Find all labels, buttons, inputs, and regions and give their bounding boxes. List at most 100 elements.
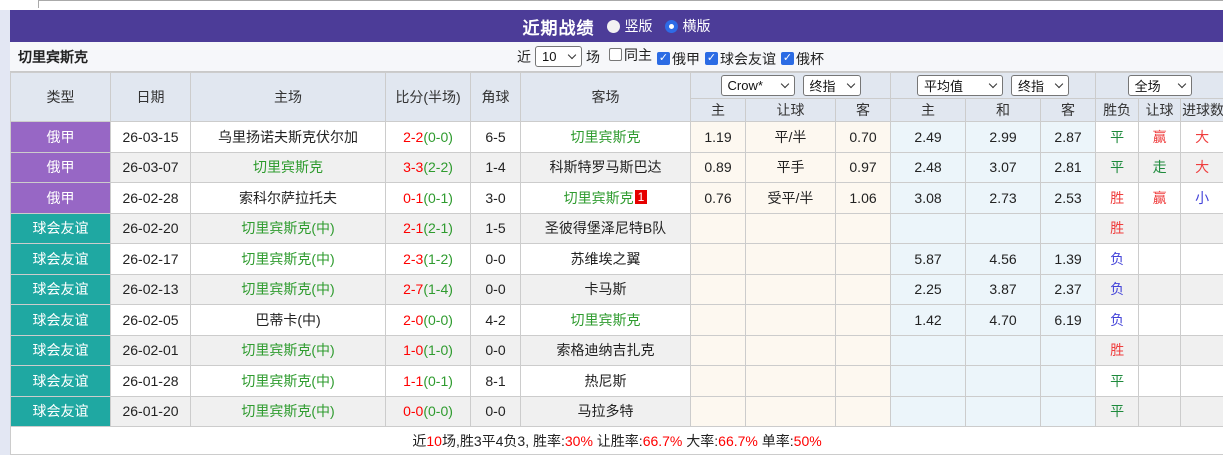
table-row: 球会友谊 26-02-20 切里宾斯克(中) 2-1(2-1) 1-5 圣彼得堡… <box>10 212 1223 244</box>
away-team-link[interactable]: 卡马斯 <box>585 281 627 297</box>
corner-cell: 6-5 <box>470 121 521 153</box>
bookmaker-select[interactable]: Crow* <box>720 75 795 96</box>
away-team-cell: 切里宾斯克 <box>520 304 691 336</box>
away-team-cell: 圣彼得堡泽尼特B队 <box>520 212 691 244</box>
away-team-cell: 索格迪纳吉扎克 <box>520 334 691 366</box>
bookmaker-final-select[interactable]: 终指 <box>802 75 861 96</box>
filter-checkbox-item[interactable]: ✓ 球会友谊 <box>705 49 776 69</box>
filter-checkbox-item[interactable]: ✓ 俄甲 <box>657 49 700 69</box>
checked-checkbox-icon[interactable]: ✓ <box>781 52 794 65</box>
goals-result-cell <box>1180 395 1223 427</box>
filter-checkbox-item[interactable]: ✓ 俄杯 <box>781 49 824 69</box>
away-team-link[interactable]: 热尼斯 <box>585 373 627 389</box>
match-count-select[interactable]: 10 <box>535 46 582 67</box>
away-team-link[interactable]: 切里宾斯克 <box>571 129 641 145</box>
home-team-cell: 切里宾斯克(中) <box>190 212 386 244</box>
layout-radio-vertical[interactable]: 竖版 <box>606 16 653 36</box>
unit-label: 场 <box>586 48 600 65</box>
home-team-cell: 切里宾斯克(中) <box>190 334 386 366</box>
chevron-down-icon <box>567 50 577 60</box>
fulltime-score: 3-3 <box>403 159 424 176</box>
filter-checkbox-label: 俄杯 <box>796 50 824 67</box>
away-team-cell: 切里宾斯克 1 <box>520 182 691 214</box>
scope-select-value: 全场 <box>1134 79 1161 94</box>
sub-header-avg-draw: 和 <box>965 98 1042 122</box>
goals-result-cell <box>1180 243 1223 275</box>
layout-radio-horizontal[interactable]: 横版 <box>664 16 711 36</box>
result-cell: 胜 <box>1095 334 1140 366</box>
away-team-link[interactable]: 索格迪纳吉扎克 <box>557 342 655 358</box>
odds-home-cell <box>690 273 746 305</box>
away-team-link[interactable]: 科斯特罗马斯巴达 <box>550 159 662 175</box>
fulltime-score: 2-1 <box>403 220 424 237</box>
table-row: 球会友谊 26-02-17 切里宾斯克(中) 2-3(1-2) 0-0 苏维埃之… <box>10 243 1223 275</box>
odds-away-cell: 1.06 <box>834 182 892 214</box>
radio-label[interactable]: 横版 <box>683 16 711 36</box>
filter-checkbox-item[interactable]: 同主 <box>609 45 652 65</box>
odds-away-cell <box>834 334 892 366</box>
average-select-value: 平均值 <box>924 79 964 94</box>
radio-button-icon[interactable] <box>606 19 620 33</box>
home-team-link[interactable]: 切里宾斯克(中) <box>241 281 334 297</box>
away-team-link[interactable]: 苏维埃之翼 <box>571 251 641 267</box>
league-type-badge: 俄甲 <box>10 121 111 153</box>
near-label: 近 <box>517 48 531 65</box>
league-type-badge: 俄甲 <box>10 151 111 183</box>
header-away: 客场 <box>520 72 691 122</box>
home-team-cell: 巴蒂卡(中) <box>190 304 386 336</box>
home-team-link[interactable]: 索科尔萨拉托夫 <box>239 190 337 206</box>
halftime-score: (0-1) <box>423 372 453 389</box>
results-table: 类型 日期 主场 比分(半场) 角球 客场 Crow* 终指 平均值 终指 全场… <box>9 72 1223 455</box>
odds-handicap-cell <box>745 243 836 275</box>
away-team-cell: 热尼斯 <box>520 365 691 397</box>
team-name: 切里宾斯克 <box>18 48 88 65</box>
home-team-link[interactable]: 切里宾斯克 <box>253 159 323 175</box>
odds-handicap-cell: 平/半 <box>745 121 836 153</box>
halftime-score: (2-2) <box>423 159 453 176</box>
avg-away-cell <box>1040 395 1097 427</box>
unchecked-checkbox-icon[interactable] <box>609 48 622 61</box>
checked-checkbox-icon[interactable]: ✓ <box>657 52 670 65</box>
avg-away-cell: 2.37 <box>1040 273 1097 305</box>
checked-checkbox-icon[interactable]: ✓ <box>705 52 718 65</box>
away-team-link[interactable]: 马拉多特 <box>578 403 634 419</box>
odds-home-cell <box>690 212 746 244</box>
sub-header-result: 胜负 <box>1095 98 1140 122</box>
home-team-link[interactable]: 切里宾斯克(中) <box>241 251 334 267</box>
scope-select[interactable]: 全场 <box>1127 75 1192 96</box>
header-type: 类型 <box>10 72 111 122</box>
average-select[interactable]: 平均值 <box>917 75 1004 96</box>
avg-home-cell <box>890 365 967 397</box>
home-team-cell: 乌里扬诺夫斯克伏尔加 <box>190 121 386 153</box>
away-team-link[interactable]: 切里宾斯克 <box>564 190 634 206</box>
home-team-link[interactable]: 巴蒂卡(中) <box>255 312 320 328</box>
avg-away-cell: 2.87 <box>1040 121 1097 153</box>
away-team-link[interactable]: 切里宾斯克 <box>571 312 641 328</box>
summary-row: 近10场,胜3平4负3, 胜率:30% 让胜率:66.7% 大率:66.7% 单… <box>9 426 1223 455</box>
result-cell: 胜 <box>1095 182 1140 214</box>
radio-label[interactable]: 竖版 <box>625 16 653 36</box>
average-final-select[interactable]: 终指 <box>1011 75 1070 96</box>
radio-button-icon[interactable] <box>664 19 678 33</box>
home-team-link[interactable]: 乌里扬诺夫斯克伏尔加 <box>218 129 358 145</box>
home-team-link[interactable]: 切里宾斯克(中) <box>241 342 334 358</box>
date-cell: 26-02-20 <box>110 212 191 244</box>
home-team-link[interactable]: 切里宾斯克(中) <box>241 220 334 236</box>
odds-home-cell <box>690 365 746 397</box>
table-row: 俄甲 26-02-28 索科尔萨拉托夫 0-1(0-1) 3-0 切里宾斯克 1 … <box>10 182 1223 214</box>
average-dropdown-cell: 平均值 终指 <box>890 72 1097 99</box>
date-cell: 26-03-15 <box>110 121 191 153</box>
avg-draw-cell <box>965 365 1042 397</box>
table-row: 球会友谊 26-02-13 切里宾斯克(中) 2-7(1-4) 0-0 卡马斯 … <box>10 273 1223 305</box>
corner-cell: 8-1 <box>470 365 521 397</box>
handicap-result-cell <box>1138 304 1182 336</box>
header-home: 主场 <box>190 72 386 122</box>
away-team-cell: 科斯特罗马斯巴达 <box>520 151 691 183</box>
halftime-score: (1-0) <box>423 342 453 359</box>
away-team-link[interactable]: 圣彼得堡泽尼特B队 <box>545 220 666 236</box>
avg-home-cell: 5.87 <box>890 243 967 275</box>
avg-home-cell: 1.42 <box>890 304 967 336</box>
halftime-score: (1-4) <box>423 281 453 298</box>
home-team-link[interactable]: 切里宾斯克(中) <box>241 373 334 389</box>
home-team-link[interactable]: 切里宾斯克(中) <box>241 403 334 419</box>
